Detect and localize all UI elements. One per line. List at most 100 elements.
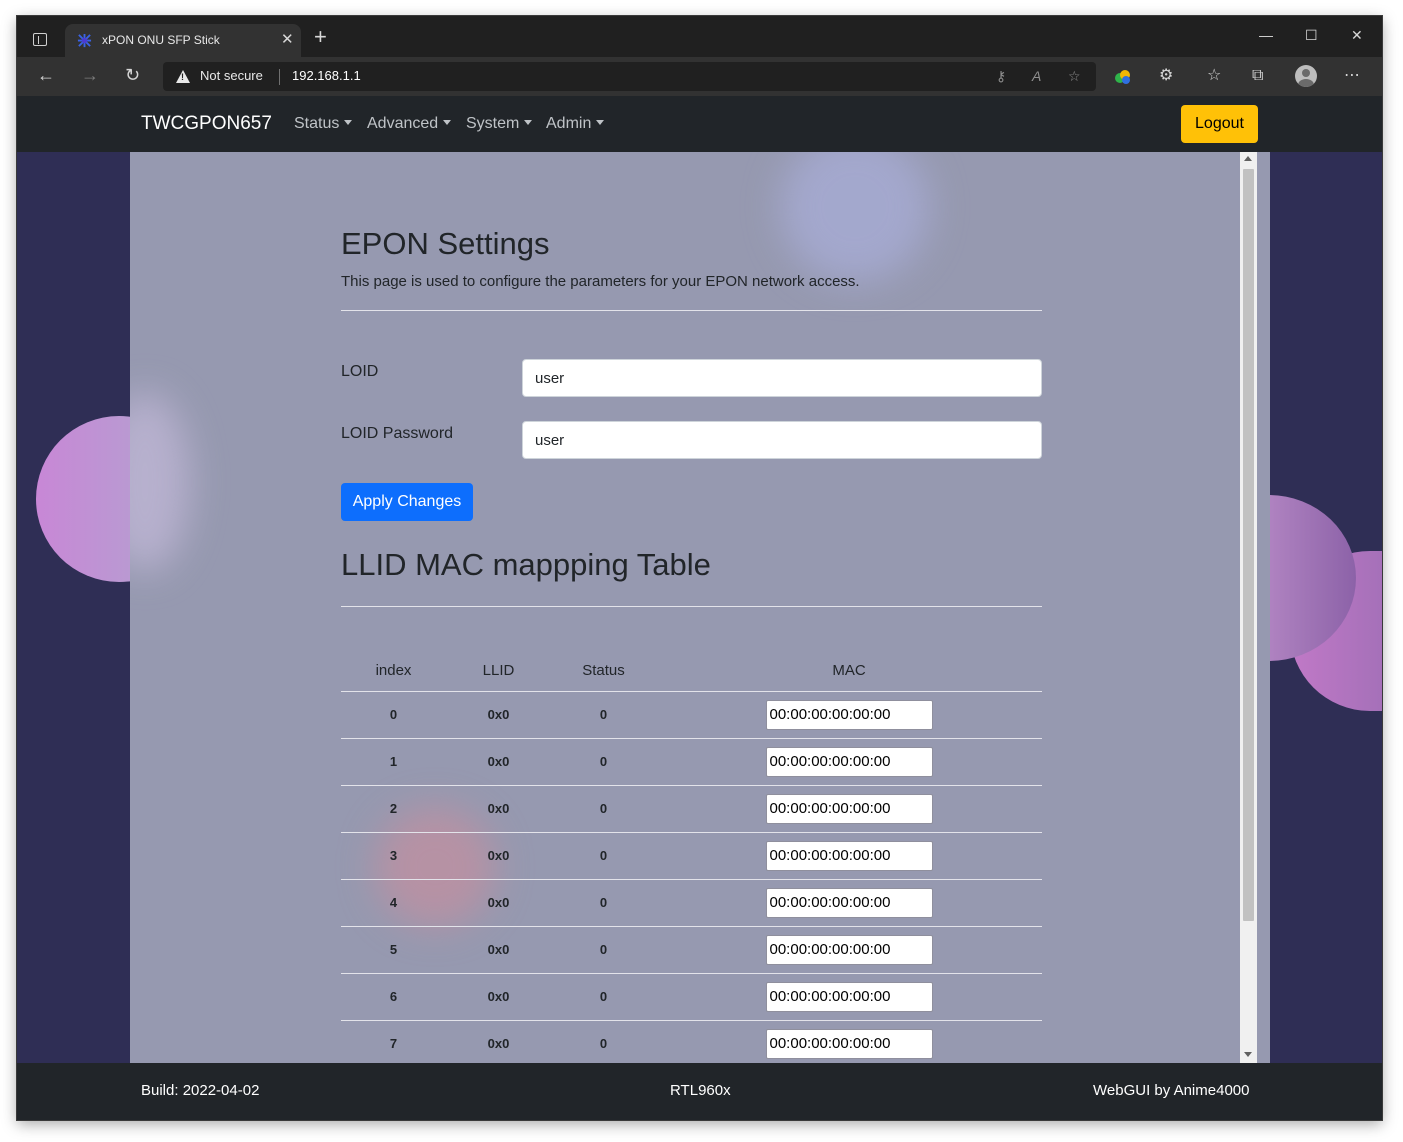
browser-extension-icon[interactable] (1114, 68, 1132, 86)
row-mac-cell (656, 832, 1042, 880)
window-close-icon[interactable]: ✕ (1351, 25, 1363, 45)
favorites-icon[interactable]: ☆ (1207, 66, 1221, 86)
apply-changes-button[interactable]: Apply Changes (341, 483, 473, 521)
row-mac-cell (656, 691, 1042, 739)
mac-input[interactable] (765, 1028, 933, 1059)
loid-password-label: LOID Password (341, 425, 454, 442)
address-divider (279, 69, 280, 85)
loid-password-input[interactable] (522, 421, 1042, 459)
background-glow (780, 152, 930, 282)
url-text[interactable]: 192.168.1.1 (292, 68, 361, 83)
caret-down-icon (344, 120, 353, 125)
row-status: 0 (551, 738, 656, 786)
row-status: 0 (551, 926, 656, 974)
key-icon[interactable]: ⚷ (996, 67, 1006, 85)
tab-title: xPON ONU SFP Stick (102, 33, 220, 47)
nav-status-label: Status (294, 115, 340, 132)
loid-label: LOID (341, 363, 379, 380)
row-mac-cell (656, 738, 1042, 786)
row-llid: 0x0 (446, 691, 551, 739)
address-toolbar: ← → ↻ Not secure 192.168.1.1 ⚷ A ☆ ⚙ ☆ ⧉… (17, 57, 1382, 96)
page-viewport: TWCGPON657 Status Advanced System Admin … (17, 96, 1382, 1120)
loid-input[interactable] (522, 359, 1042, 397)
page-description: This page is used to configure the param… (341, 273, 860, 290)
brand-name[interactable]: TWCGPON657 (141, 113, 272, 135)
logout-button[interactable]: Logout (1181, 105, 1258, 143)
nav-system-menu[interactable]: System (466, 115, 533, 133)
security-label[interactable]: Not secure (200, 68, 263, 83)
row-index: 7 (341, 1020, 446, 1063)
row-status: 0 (551, 1020, 656, 1063)
row-mac-cell (656, 973, 1042, 1021)
row-llid: 0x0 (446, 832, 551, 880)
row-llid: 0x0 (446, 785, 551, 833)
new-tab-icon[interactable]: + (314, 26, 327, 48)
row-mac-cell (656, 926, 1042, 974)
row-index: 6 (341, 973, 446, 1021)
extensions-icon[interactable]: ⚙ (1159, 66, 1173, 86)
build-info: Build: 2022-04-02 (141, 1082, 260, 1099)
row-index: 5 (341, 926, 446, 974)
tab-actions-icon[interactable] (33, 33, 47, 46)
webgui-credit: WebGUI by Anime4000 (1093, 1082, 1250, 1099)
table-row: 1 0x0 0 (341, 738, 1042, 786)
nav-status-menu[interactable]: Status (294, 115, 353, 133)
mac-input[interactable] (765, 981, 933, 1012)
column-header-index: index (341, 651, 446, 692)
table-row: 0 0x0 0 (341, 691, 1042, 739)
table-row: 7 0x0 0 (341, 1020, 1042, 1063)
add-favorite-icon[interactable]: ☆ (1068, 67, 1081, 85)
minimize-icon[interactable]: — (1259, 25, 1273, 45)
nav-admin-label: Admin (546, 115, 592, 132)
reload-icon[interactable]: ↻ (125, 65, 140, 85)
row-index: 3 (341, 832, 446, 880)
back-icon[interactable]: ← (37, 65, 55, 85)
row-index: 1 (341, 738, 446, 786)
row-index: 2 (341, 785, 446, 833)
browser-tab[interactable]: xPON ONU SFP Stick ✕ (65, 24, 301, 57)
scrollbar-thumb[interactable] (1243, 169, 1254, 921)
row-status: 0 (551, 879, 656, 927)
nav-advanced-label: Advanced (367, 115, 439, 132)
scroll-down-icon[interactable] (1244, 1052, 1252, 1057)
mac-input[interactable] (765, 934, 933, 965)
nav-advanced-menu[interactable]: Advanced (367, 115, 452, 133)
mac-input[interactable] (765, 699, 933, 730)
row-llid: 0x0 (446, 1020, 551, 1063)
mac-input[interactable] (765, 840, 933, 871)
row-mac-cell (656, 785, 1042, 833)
read-aloud-icon[interactable]: A (1032, 67, 1041, 85)
mac-input[interactable] (765, 887, 933, 918)
llid-table-title: LLID MAC mappping Table (341, 547, 711, 582)
collections-icon[interactable]: ⧉ (1252, 66, 1263, 86)
close-tab-icon[interactable]: ✕ (281, 31, 294, 48)
table-row: 2 0x0 0 (341, 785, 1042, 833)
divider (341, 606, 1042, 607)
top-navbar: TWCGPON657 Status Advanced System Admin … (17, 96, 1382, 152)
nav-admin-menu[interactable]: Admin (546, 115, 605, 133)
more-menu-icon[interactable]: ⋯ (1344, 66, 1360, 86)
scroll-up-icon[interactable] (1244, 156, 1252, 161)
column-header-status: Status (551, 651, 656, 692)
row-mac-cell (656, 879, 1042, 927)
network-favicon-icon (77, 33, 92, 48)
browser-window: xPON ONU SFP Stick ✕ + — ☐ ✕ ← → ↻ Not s… (17, 16, 1382, 1120)
row-status: 0 (551, 973, 656, 1021)
background-glow (130, 392, 190, 572)
vertical-scrollbar[interactable] (1240, 152, 1257, 1063)
forward-icon[interactable]: → (81, 65, 99, 85)
warning-icon[interactable] (176, 70, 190, 83)
table-header-row: index LLID Status MAC (341, 651, 1042, 692)
column-header-llid: LLID (446, 651, 551, 692)
row-status: 0 (551, 832, 656, 880)
maximize-icon[interactable]: ☐ (1305, 25, 1318, 45)
address-bar[interactable]: Not secure 192.168.1.1 ⚷ A ☆ (163, 62, 1096, 91)
divider (341, 310, 1042, 311)
mac-input[interactable] (765, 746, 933, 777)
mac-input[interactable] (765, 793, 933, 824)
main-content: EPON Settings This page is used to confi… (130, 152, 1270, 1063)
row-status: 0 (551, 691, 656, 739)
profile-avatar-icon[interactable] (1295, 65, 1317, 87)
caret-down-icon (596, 120, 605, 125)
table-row: 5 0x0 0 (341, 926, 1042, 974)
